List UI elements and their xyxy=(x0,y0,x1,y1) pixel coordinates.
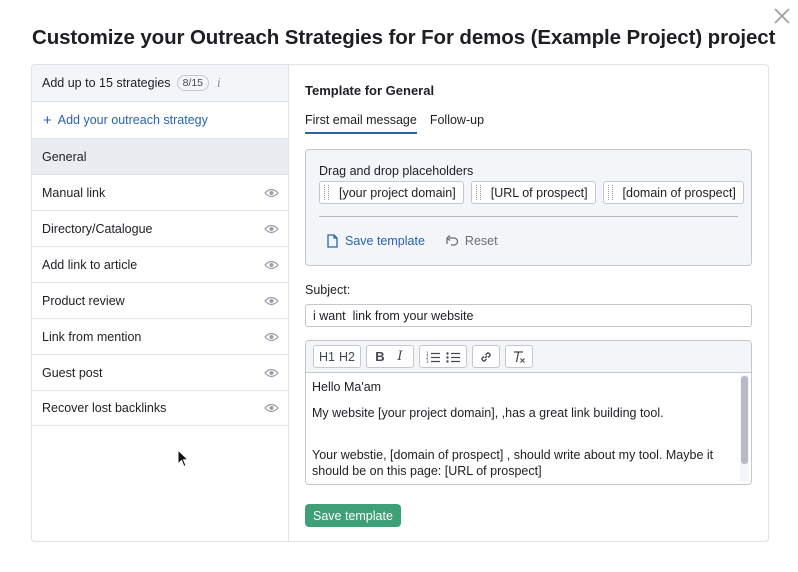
insert-link-button[interactable] xyxy=(476,347,496,367)
h2-label: H2 xyxy=(339,349,355,364)
drag-handle-icon xyxy=(604,182,617,203)
email-body-editor[interactable]: H1 H2 B I 1 2 3 Hello Ma'am My website [… xyxy=(305,340,752,485)
placeholder-chip-url-prospect[interactable]: [URL of prospect] xyxy=(470,181,596,204)
ordered-list-button[interactable]: 1 2 3 xyxy=(423,347,443,367)
sidebar-header-label: Add up to 15 strategies xyxy=(42,76,171,90)
document-icon xyxy=(327,234,338,248)
body-line: Hello Ma'am xyxy=(312,380,382,394)
bold-label: B xyxy=(375,349,385,364)
strategy-item-label: Directory/Catalogue xyxy=(42,221,153,236)
chip-label: [domain of prospect] xyxy=(622,185,736,200)
eye-icon[interactable] xyxy=(264,403,279,413)
placeholders-label: Drag and drop placeholders xyxy=(319,164,474,178)
body-line: Your webstie, [domain of prospect] , sho… xyxy=(312,448,714,478)
tab-follow-up[interactable]: Follow-up xyxy=(430,113,484,134)
tab-first-email[interactable]: First email message xyxy=(305,113,417,134)
eye-icon[interactable] xyxy=(264,188,279,198)
h1-label: H1 xyxy=(319,349,335,364)
strategy-item-label: Product review xyxy=(42,293,125,308)
strategy-item[interactable]: Guest post xyxy=(32,354,288,390)
chip-label: [your project domain] xyxy=(339,185,456,200)
email-body-text[interactable]: Hello Ma'am My website [your project dom… xyxy=(306,373,751,484)
divider xyxy=(319,216,738,217)
strategy-item-label: General xyxy=(42,149,87,164)
body-line: My website [your project domain], ,has a… xyxy=(312,406,664,420)
add-strategy-link[interactable]: + Add your outreach strategy xyxy=(32,102,288,138)
strategy-item[interactable]: Product review xyxy=(32,282,288,318)
template-title: Template for General xyxy=(305,83,435,98)
eye-icon[interactable] xyxy=(264,296,279,306)
strategy-item[interactable]: Recover lost backlinks xyxy=(32,390,288,426)
add-strategy-label: Add your outreach strategy xyxy=(57,113,208,127)
save-template-button[interactable]: Save template xyxy=(305,504,401,527)
strategy-item-label: Manual link xyxy=(42,185,106,200)
info-icon[interactable]: i xyxy=(217,76,221,90)
template-editor: Template for General First email message… xyxy=(305,65,753,541)
link-icon xyxy=(481,351,491,362)
eye-icon[interactable] xyxy=(264,368,279,378)
strategy-item-label: Recover lost backlinks xyxy=(42,401,167,415)
subject-label: Subject: xyxy=(305,283,351,297)
reset-link[interactable]: Reset xyxy=(445,234,498,248)
strategy-item[interactable]: General xyxy=(32,138,288,174)
eye-icon[interactable] xyxy=(264,224,279,234)
strategy-item-label: Guest post xyxy=(42,365,103,380)
subject-input[interactable] xyxy=(305,304,752,327)
editor-toolbar: H1 H2 B I 1 2 3 xyxy=(306,341,751,373)
strategy-list: General Manual link Directory/Catalogue Add… xyxy=(32,138,288,426)
heading-group: H1 H2 xyxy=(313,345,361,368)
eye-icon[interactable] xyxy=(264,260,279,270)
placeholder-actions: Save template Reset xyxy=(326,234,518,248)
italic-button[interactable]: I xyxy=(390,347,410,367)
strategy-item[interactable]: Directory/Catalogue xyxy=(32,210,288,246)
heading-2-button[interactable]: H2 xyxy=(337,347,357,367)
placeholder-chip-domain-prospect[interactable]: [domain of prospect] xyxy=(602,181,744,204)
svg-text:3: 3 xyxy=(426,359,429,363)
italic-label: I xyxy=(397,349,403,364)
chip-label: [URL of prospect] xyxy=(490,185,588,200)
heading-1-button[interactable]: H1 xyxy=(317,347,337,367)
save-template-link-label: Save template xyxy=(345,234,425,248)
bullet-list-icon xyxy=(446,351,460,363)
placeholder-chip-project-domain[interactable]: [your project domain] xyxy=(319,181,464,204)
mouse-cursor-icon xyxy=(177,449,189,468)
strategy-item-label: Link from mention xyxy=(42,329,142,344)
plus-icon: + xyxy=(43,111,52,129)
ordered-list-icon: 1 2 3 xyxy=(426,351,440,363)
strategy-counter-badge: 8/15 xyxy=(176,75,209,91)
strategy-item-label: Add link to article xyxy=(42,257,138,272)
clear-format-icon xyxy=(514,350,525,363)
clear-format-button[interactable] xyxy=(509,347,529,367)
dialog-title: Customize your Outreach Strategies for F… xyxy=(32,26,776,49)
strategy-item[interactable]: Manual link xyxy=(32,174,288,210)
scrollbar-thumb[interactable] xyxy=(741,376,748,464)
list-group: 1 2 3 xyxy=(419,345,467,368)
strategy-sidebar: Add up to 15 strategies 8/15 i + Add you… xyxy=(32,65,289,541)
sidebar-header: Add up to 15 strategies 8/15 i xyxy=(32,65,288,102)
placeholder-chips: [your project domain] [URL of prospect] … xyxy=(319,181,751,204)
reset-link-label: Reset xyxy=(464,234,498,248)
clear-group xyxy=(505,345,533,368)
bold-button[interactable]: B xyxy=(370,347,390,367)
eye-icon[interactable] xyxy=(264,332,279,342)
undo-icon xyxy=(446,234,459,246)
placeholders-box: Drag and drop placeholders [your project… xyxy=(305,149,752,266)
editor-scrollbar[interactable] xyxy=(740,375,749,482)
bullet-list-button[interactable] xyxy=(443,347,463,367)
format-group: B I xyxy=(366,345,414,368)
drag-handle-icon xyxy=(472,182,485,203)
save-template-link[interactable]: Save template xyxy=(326,234,425,248)
drag-handle-icon xyxy=(320,182,333,203)
template-tabs: First email message Follow-up xyxy=(305,113,497,134)
close-icon[interactable] xyxy=(772,6,792,26)
link-group xyxy=(472,345,500,368)
strategy-panel: Add up to 15 strategies 8/15 i + Add you… xyxy=(31,64,769,542)
strategy-item[interactable]: Add link to article xyxy=(32,246,288,282)
strategy-item[interactable]: Link from mention xyxy=(32,318,288,354)
